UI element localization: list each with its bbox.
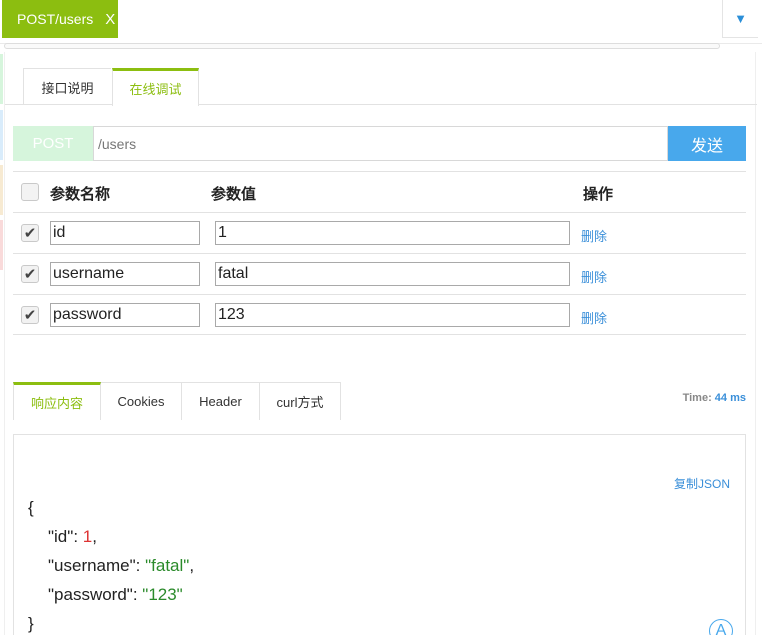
side-color-mark <box>0 165 3 215</box>
json-key: "password" <box>48 585 133 604</box>
tab-response-content[interactable]: 响应内容 <box>13 382 101 420</box>
param-value-input[interactable]: fatal <box>215 262 570 286</box>
json-key: "id" <box>48 527 74 546</box>
row-checkbox[interactable]: ✔ <box>21 265 39 283</box>
json-key: "username" <box>48 556 136 575</box>
time-label: Time: <box>682 392 712 404</box>
response-time: Time: 44 ms <box>683 392 746 404</box>
close-icon[interactable]: X <box>105 11 115 28</box>
row-checkbox[interactable]: ✔ <box>21 224 39 242</box>
table-row: ✔ id 1 删除 <box>13 212 746 253</box>
select-all-checkbox[interactable] <box>21 183 39 201</box>
json-comma: , <box>92 527 97 546</box>
tab-header[interactable]: Header <box>182 382 260 420</box>
request-line: POST /users 发送 <box>13 126 746 161</box>
json-line: "password": "123" <box>48 585 183 604</box>
main-panel: 接口说明 在线调试 POST /users 发送 参数名称 参数值 操作 ✔ i… <box>4 52 757 635</box>
tab-online-debug[interactable]: 在线调试 <box>112 68 199 106</box>
assistant-icon[interactable]: A <box>709 619 733 635</box>
json-line: "username": "fatal", <box>48 556 195 575</box>
json-viewer: { "id": 1, "username": "fatal", "passwor… <box>28 493 194 635</box>
side-color-mark <box>0 220 3 270</box>
param-value-input[interactable]: 123 <box>215 303 570 327</box>
header-action: 操作 <box>583 186 614 203</box>
time-value: 44 ms <box>714 392 746 404</box>
delete-link[interactable]: 删除 <box>581 267 607 286</box>
delete-link[interactable]: 删除 <box>581 226 607 245</box>
header-param-value: 参数值 <box>211 186 257 203</box>
method-badge: POST <box>13 126 93 161</box>
param-name-input[interactable]: username <box>50 262 200 286</box>
side-color-mark <box>0 110 3 160</box>
tab-scrollbar[interactable] <box>4 43 720 49</box>
json-close-brace: } <box>28 614 34 633</box>
chevron-down-icon[interactable]: ▼ <box>722 0 758 38</box>
json-open-brace: { <box>28 498 34 517</box>
send-button[interactable]: 发送 <box>668 126 746 161</box>
json-value: "fatal" <box>145 556 190 575</box>
json-value: 1 <box>82 527 93 546</box>
response-tabs: 响应内容 Cookies Header curl方式 Time: 44 ms <box>13 382 746 420</box>
header-param-name: 参数名称 <box>50 186 111 203</box>
params-table: 参数名称 参数值 操作 ✔ id 1 删除 ✔ username fatal 删… <box>13 171 746 335</box>
top-tab-bar: POST/users X ▼ <box>0 0 762 49</box>
param-name-input[interactable]: password <box>50 303 200 327</box>
json-value: "123" <box>142 585 183 604</box>
tab-api-description[interactable]: 接口说明 <box>23 68 111 105</box>
copy-json-button[interactable]: 复制JSON <box>674 475 730 492</box>
delete-link[interactable]: 删除 <box>581 308 607 327</box>
params-header-row: 参数名称 参数值 操作 <box>13 171 746 212</box>
row-checkbox[interactable]: ✔ <box>21 306 39 324</box>
doc-tabs: 接口说明 在线调试 <box>5 68 757 106</box>
tab-label: POST/users <box>17 11 94 27</box>
json-comma: , <box>189 556 195 575</box>
param-value-input[interactable]: 1 <box>215 221 570 245</box>
side-color-mark <box>0 54 3 104</box>
json-line: "id": 1, <box>48 527 97 546</box>
url-input[interactable]: /users <box>93 126 668 161</box>
table-row: ✔ username fatal 删除 <box>13 253 746 294</box>
response-body: 复制JSON { "id": 1, "username": "fatal", "… <box>13 434 746 635</box>
param-name-input[interactable]: id <box>50 221 200 245</box>
tab-curl[interactable]: curl方式 <box>260 382 341 420</box>
tab-cookies[interactable]: Cookies <box>101 382 182 420</box>
tab-post-users[interactable]: POST/users X <box>2 0 118 38</box>
table-row: ✔ password 123 删除 <box>13 294 746 335</box>
